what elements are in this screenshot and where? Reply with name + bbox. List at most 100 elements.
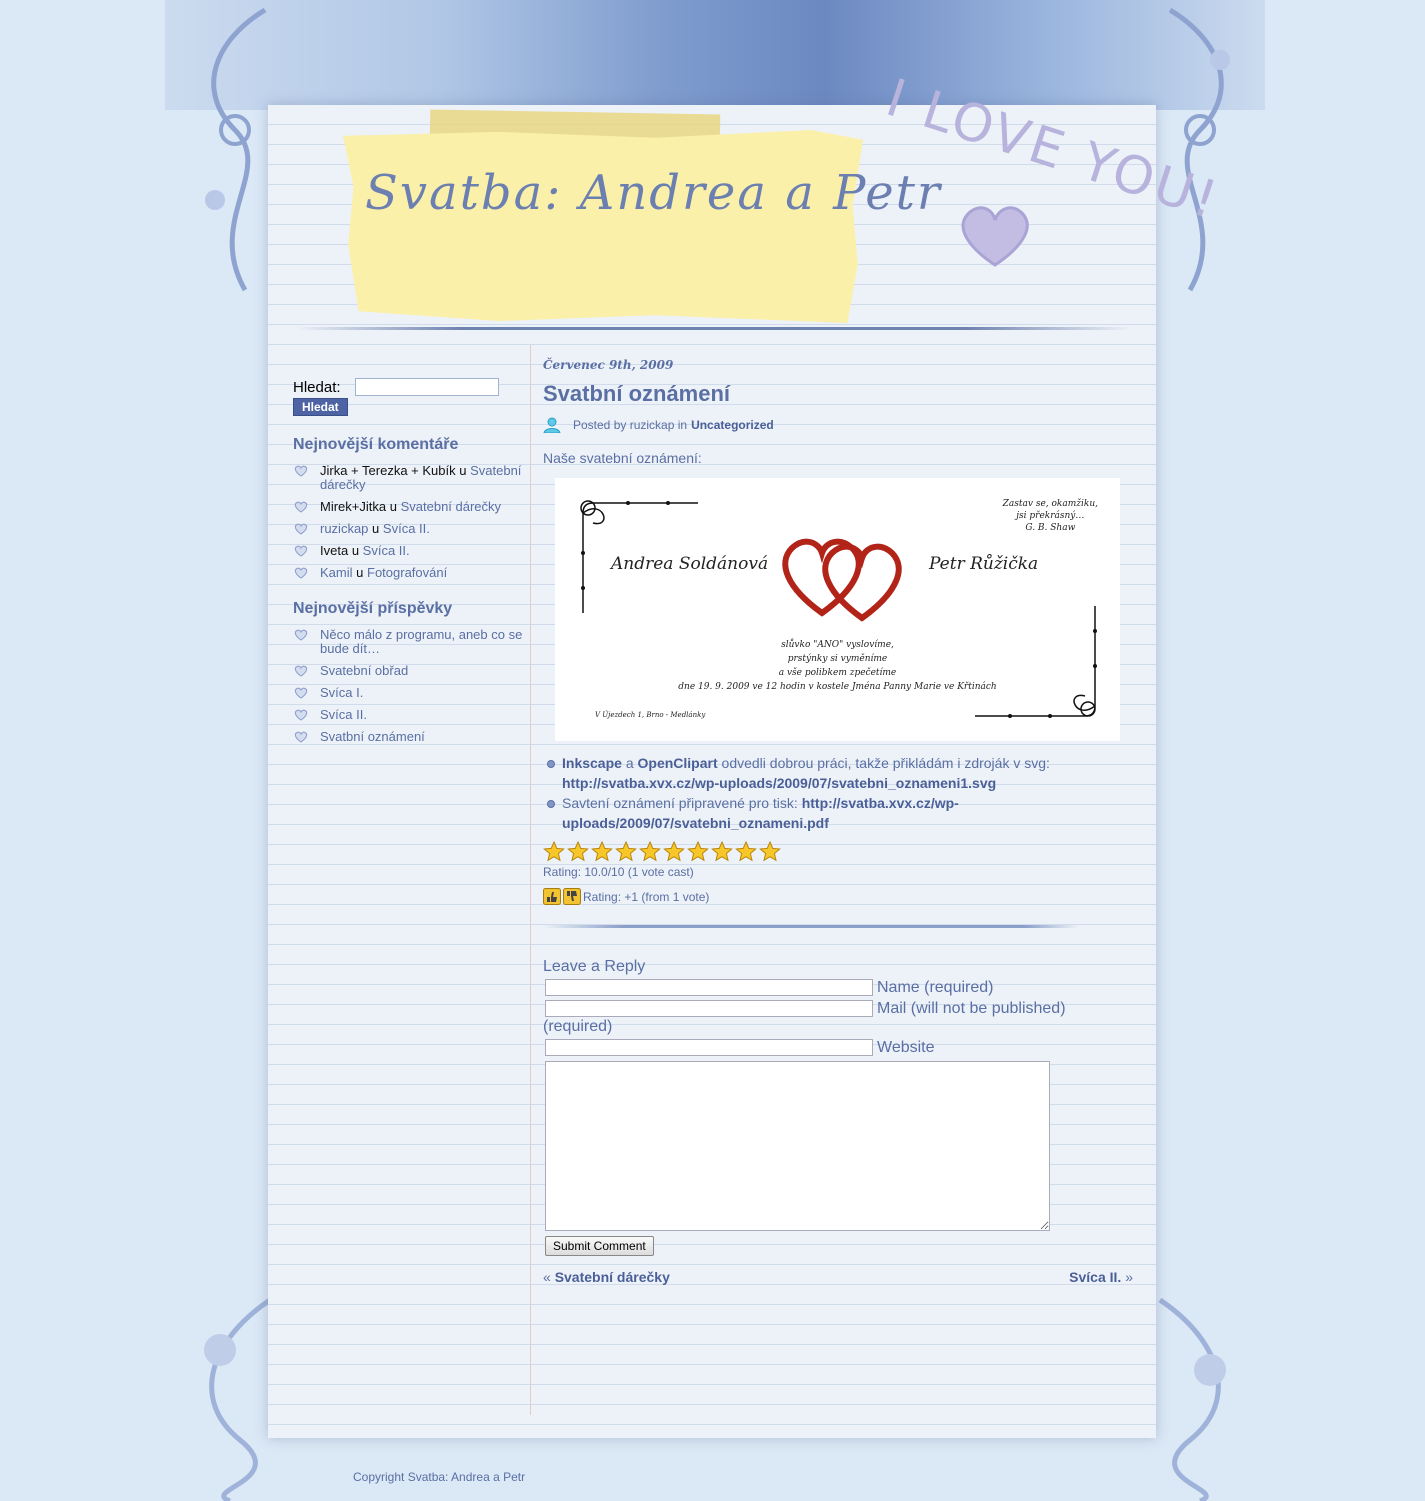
star-icon[interactable] xyxy=(615,841,637,862)
invitation-address: V Újezdech 1, Brno - Medlánky xyxy=(595,711,706,719)
header-background xyxy=(165,0,1265,110)
heart-doodle-icon xyxy=(961,206,1029,267)
star-icon[interactable] xyxy=(567,841,589,862)
footer-copyright: Copyright Svatba: Andrea a Petr xyxy=(353,1470,526,1484)
invitation-vows: slůvko "ANO" vyslovíme, prstýnky si vymě… xyxy=(555,638,1120,694)
inkscape-link[interactable]: Inkscape xyxy=(562,755,622,771)
recent-comments-list: Jirka + Terezka + Kubík u Svatební dáreč… xyxy=(293,464,523,580)
comment-author-link[interactable]: ruzickap xyxy=(320,521,368,536)
list-item: Iveta u Svíca II. xyxy=(293,544,523,558)
header-note xyxy=(343,129,863,323)
category-link[interactable]: Uncategorized xyxy=(691,418,774,432)
vow-line: dne 19. 9. 2009 ve 12 hodin v kostele Jm… xyxy=(678,682,997,692)
quote-line: Zastav se, okamžiku, xyxy=(1002,499,1098,509)
post-links: Inkscape a OpenClipart odvedli dobrou pr… xyxy=(543,753,1133,833)
submit-comment-button[interactable]: Submit Comment xyxy=(545,1236,654,1256)
sidebar: Hledat: Hledat Nejnovější komentáře Jirk… xyxy=(293,378,523,752)
vow-line: a vše polibkem zpečetíme xyxy=(778,668,897,678)
prev-post-link[interactable]: Svatební dárečky xyxy=(555,1269,670,1285)
heart-bullet-icon xyxy=(294,709,308,721)
star-icon[interactable] xyxy=(591,841,613,862)
double-heart-icon xyxy=(782,538,902,622)
main-content: Červenec 9th, 2009 Svatbní oznámení Post… xyxy=(543,358,1133,1285)
thumbs-down-icon[interactable] xyxy=(563,888,581,905)
list-item: Jirka + Terezka + Kubík u Svatební dáreč… xyxy=(293,464,523,492)
comment-post-link[interactable]: Svíca II. xyxy=(363,543,410,558)
comment-post-link[interactable]: Svíca II. xyxy=(383,521,430,536)
comment-post-link[interactable]: Fotografování xyxy=(367,565,447,580)
column-divider xyxy=(530,345,531,1415)
heart-bullet-icon xyxy=(294,629,308,641)
openclipart-link[interactable]: OpenClipart xyxy=(638,755,718,771)
comment-sep: u xyxy=(459,463,467,478)
website-input[interactable] xyxy=(545,1039,873,1057)
list-item: Něco málo z programu, aneb co se bude dí… xyxy=(293,628,523,656)
site-title[interactable]: Svatba: Andrea a Petr xyxy=(365,165,942,221)
floral-swirl-right-icon xyxy=(1168,7,1230,292)
comment-sep: u xyxy=(356,565,364,580)
list-item: Svíca II. xyxy=(293,708,523,722)
heart-bullet-icon xyxy=(294,501,308,513)
next-post-link[interactable]: Svíca II. xyxy=(1069,1269,1121,1285)
name-row: Name (required) xyxy=(543,979,1133,997)
bullet-text: odvedli dobrou práci, takže přikládám i … xyxy=(721,755,1050,771)
star-icon[interactable] xyxy=(543,841,565,862)
list-item: Mirek+Jitka u Svatební dárečky xyxy=(293,500,523,514)
list-item: Savtení oznámení připravené pro tisk: ht… xyxy=(547,793,1133,833)
prev-nav: « Svatební dárečky xyxy=(543,1269,670,1285)
comment-sep: u xyxy=(389,499,397,514)
comment-author: Iveta xyxy=(320,543,349,558)
search-button[interactable]: Hledat xyxy=(293,398,348,416)
search-form: Hledat: xyxy=(293,378,523,396)
user-icon xyxy=(543,417,561,433)
heart-bullet-icon xyxy=(294,687,308,699)
comment-post-link[interactable]: Svatební dárečky xyxy=(401,499,501,514)
star-icon[interactable] xyxy=(711,841,733,862)
wedding-invitation-image: Zastav se, okamžiku, jsi překrásný… G. B… xyxy=(555,478,1120,741)
recent-post-link[interactable]: Svatební obřad xyxy=(320,663,408,678)
post-intro: Naše svatební oznámení: xyxy=(543,450,702,466)
comment-author-link[interactable]: Kamil xyxy=(320,565,353,580)
list-item: ruzickap u Svíca II. xyxy=(293,522,523,536)
comment-author: Jirka + Terezka + Kubík xyxy=(320,463,456,478)
thumb-rating: Rating: +1 (from 1 vote) xyxy=(543,888,1133,905)
search-label: Hledat: xyxy=(293,378,341,396)
bride-name: Andrea Soldánová xyxy=(611,554,769,574)
post-date: Červenec 9th, 2009 xyxy=(543,358,674,372)
quote-line: jsi překrásný… xyxy=(1016,511,1085,521)
recent-post-link[interactable]: Svatbní oznámení xyxy=(320,729,425,744)
recent-post-link[interactable]: Svíca II. xyxy=(320,707,367,722)
star-icon[interactable] xyxy=(735,841,757,862)
search-input[interactable] xyxy=(355,378,499,396)
website-row: Website xyxy=(543,1039,1133,1057)
mail-input[interactable] xyxy=(545,1000,873,1018)
post-title[interactable]: Svatbní oznámení xyxy=(543,381,1133,407)
comment-sep: u xyxy=(351,543,360,558)
post-divider xyxy=(543,925,1078,928)
header-divider xyxy=(296,327,1132,330)
mail-required: (required) xyxy=(543,1018,613,1035)
mail-row: Mail (will not be published) (required) xyxy=(543,1000,1133,1036)
recent-post-link[interactable]: Svíca I. xyxy=(320,685,363,700)
thumbs-up-icon[interactable] xyxy=(543,888,561,905)
star-icon[interactable] xyxy=(759,841,781,862)
svg-download-link[interactable]: http://svatba.xvx.cz/wp-uploads/2009/07/… xyxy=(562,775,996,791)
quote-line: G. B. Shaw xyxy=(1025,523,1076,533)
floral-bottom-right-icon xyxy=(1158,1297,1226,1501)
comment-textarea[interactable] xyxy=(545,1061,1050,1231)
recent-posts-list: Něco málo z programu, aneb co se bude dí… xyxy=(293,628,523,744)
heart-bullet-icon xyxy=(294,545,308,557)
name-input[interactable] xyxy=(545,979,873,997)
list-item: Kamil u Fotografování xyxy=(293,566,523,580)
star-icon[interactable] xyxy=(663,841,685,862)
conjunction: a xyxy=(625,755,634,771)
posted-by: Posted by ruzickap in xyxy=(573,418,688,432)
name-label: Name (required) xyxy=(877,979,994,996)
star-icon[interactable] xyxy=(687,841,709,862)
heart-bullet-icon xyxy=(294,731,308,743)
star-icon[interactable] xyxy=(639,841,661,862)
star-rating xyxy=(543,841,1133,862)
vow-line: slůvko "ANO" vyslovíme, xyxy=(781,640,894,650)
recent-post-link[interactable]: Něco málo z programu, aneb co se bude dí… xyxy=(320,627,522,656)
heart-bullet-icon xyxy=(294,465,308,477)
